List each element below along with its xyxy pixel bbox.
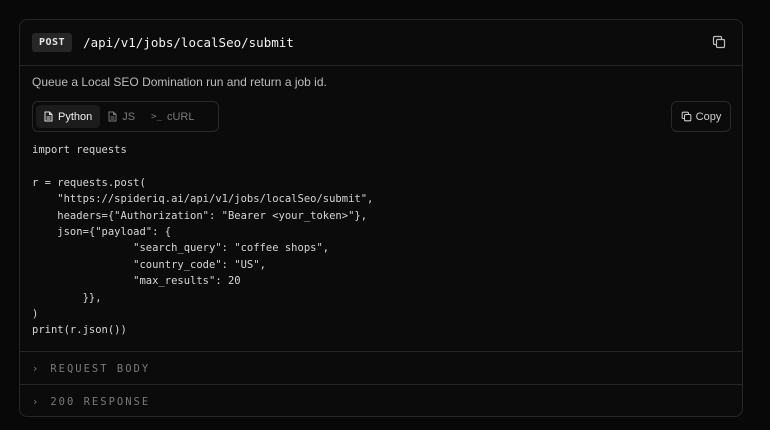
code-line: "search_query": "coffee shops", bbox=[32, 242, 330, 255]
code-line: ) bbox=[32, 308, 39, 321]
language-tabs: Python JS >_ cURL bbox=[32, 101, 219, 132]
tab-js[interactable]: JS bbox=[100, 105, 143, 128]
chevron-right-icon: › bbox=[32, 362, 39, 375]
endpoint-card: POST /api/v1/jobs/localSeo/submit Queue … bbox=[19, 19, 743, 417]
request-body-toggle[interactable]: › REQUEST BODY bbox=[20, 351, 742, 385]
code-line: import requests bbox=[32, 144, 127, 156]
endpoint-header: POST /api/v1/jobs/localSeo/submit bbox=[20, 20, 742, 66]
tab-curl[interactable]: >_ cURL bbox=[143, 105, 202, 128]
response-200-toggle[interactable]: › 200 RESPONSE bbox=[20, 384, 742, 416]
code-line: "country_code": "US", bbox=[32, 258, 266, 271]
code-line: headers={"Authorization": "Bearer <your_… bbox=[32, 209, 368, 222]
code-line: "max_results": 20 bbox=[32, 275, 241, 288]
section-label: REQUEST BODY bbox=[50, 362, 151, 375]
code-line: "https://spideriq.ai/api/v1/jobs/localSe… bbox=[32, 193, 374, 206]
tab-python[interactable]: Python bbox=[36, 105, 101, 128]
endpoint-description: Queue a Local SEO Domination run and ret… bbox=[32, 75, 327, 89]
chevron-right-icon: › bbox=[32, 395, 39, 408]
code-line: print(r.json()) bbox=[32, 324, 127, 337]
code-block: import requests r = requests.post( "http… bbox=[32, 142, 373, 339]
copy-button-label: Copy bbox=[695, 110, 722, 123]
tab-label: cURL bbox=[166, 110, 195, 123]
file-icon bbox=[108, 111, 117, 122]
code-line: json={"payload": { bbox=[32, 226, 172, 239]
code-line: }}, bbox=[32, 291, 102, 304]
endpoint-path: /api/v1/jobs/localSeo/submit bbox=[83, 35, 294, 50]
tab-label: Python bbox=[58, 110, 93, 123]
copy-icon bbox=[681, 111, 691, 122]
section-label: 200 RESPONSE bbox=[50, 395, 151, 408]
copy-button[interactable]: Copy bbox=[671, 101, 731, 132]
file-icon bbox=[44, 111, 53, 122]
method-badge: POST bbox=[32, 33, 73, 52]
code-line: r = requests.post( bbox=[32, 176, 146, 189]
copy-icon[interactable] bbox=[712, 35, 726, 49]
tab-label: JS bbox=[122, 110, 136, 123]
terminal-prompt-icon: >_ bbox=[151, 111, 162, 122]
